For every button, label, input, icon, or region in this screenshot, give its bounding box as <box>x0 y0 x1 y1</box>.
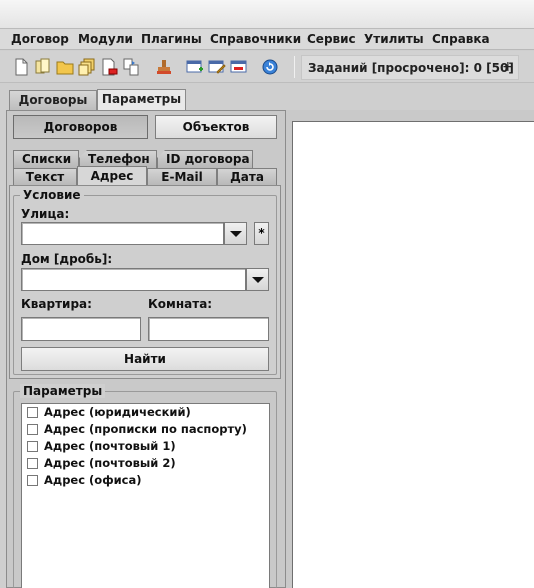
tab-text[interactable]: Текст <box>13 168 77 186</box>
find-button[interactable]: Найти <box>21 347 269 371</box>
menu-help[interactable]: Справка <box>432 32 490 46</box>
tab-email[interactable]: E-Mail <box>147 168 217 186</box>
tasks-label: Заданий [просрочено]: 0 [50] <box>308 61 514 75</box>
tab-contracts[interactable]: Договоры <box>9 90 97 111</box>
tab-lists[interactable]: Списки <box>13 150 79 168</box>
add-task-button[interactable]: + <box>502 59 514 75</box>
list-item-label: Адрес (офиса) <box>44 473 142 487</box>
room-label: Комната: <box>148 297 213 311</box>
list-item-label: Адрес (почтовый 1) <box>44 439 176 453</box>
new-document-icon[interactable] <box>12 58 30 76</box>
checkbox[interactable] <box>27 424 38 435</box>
checkbox[interactable] <box>27 441 38 452</box>
menu-plugins[interactable]: Плагины <box>141 32 202 46</box>
condition-title: Условие <box>20 188 84 202</box>
house-input[interactable] <box>21 268 246 291</box>
house-label: Дом [дробь]: <box>21 252 113 266</box>
apartment-label: Квартира: <box>21 297 92 311</box>
room-input[interactable] <box>148 317 269 341</box>
add-window-icon[interactable] <box>186 58 204 76</box>
results-area[interactable] <box>292 121 534 588</box>
copy-document-icon[interactable] <box>34 58 52 76</box>
contracts-mode-button[interactable]: Договоров <box>13 115 148 139</box>
results-pane <box>286 110 534 588</box>
remove-window-icon[interactable] <box>230 58 248 76</box>
refresh-icon[interactable] <box>261 58 279 76</box>
parameters-title: Параметры <box>20 384 106 398</box>
apartment-input[interactable] <box>21 317 141 341</box>
tab-contract-id[interactable]: ID договора <box>157 150 253 168</box>
menu-directories[interactable]: Справочники <box>210 32 301 46</box>
house-dropdown-button[interactable] <box>246 268 269 291</box>
list-item-label: Адрес (юридический) <box>44 405 191 419</box>
open-folder-icon[interactable] <box>56 58 74 76</box>
menu-service[interactable]: Сервис <box>307 32 356 46</box>
street-star-button[interactable]: * <box>254 222 269 245</box>
checkbox[interactable] <box>27 407 38 418</box>
documents-icon[interactable] <box>78 58 96 76</box>
delete-document-icon[interactable] <box>100 58 118 76</box>
stamp-icon[interactable] <box>155 58 173 76</box>
edit-window-icon[interactable] <box>208 58 226 76</box>
checkbox[interactable] <box>27 458 38 469</box>
menu-contract[interactable]: Договор <box>11 32 69 46</box>
tasks-indicator: Заданий [просрочено]: 0 [50] + <box>301 55 519 80</box>
street-dropdown-button[interactable] <box>224 222 247 245</box>
tab-address[interactable]: Адрес <box>77 166 147 186</box>
menu-bar: Договор Модули Плагины Справочники Серви… <box>0 29 534 50</box>
list-item-label: Адрес (почтовый 2) <box>44 456 176 470</box>
street-label: Улица: <box>21 207 70 221</box>
tab-parameters[interactable]: Параметры <box>97 89 186 111</box>
chevron-down-icon <box>252 277 264 283</box>
menu-modules[interactable]: Модули <box>78 32 133 46</box>
objects-mode-button[interactable]: Объектов <box>155 115 277 139</box>
parameters-list: Адрес (юридический) Адрес (прописки по п… <box>21 403 270 588</box>
tab-date[interactable]: Дата <box>217 168 277 186</box>
street-input[interactable] <box>21 222 224 245</box>
move-document-icon[interactable] <box>122 58 140 76</box>
toolbar-separator <box>294 56 295 78</box>
chevron-down-icon <box>230 231 242 237</box>
window-titlebar <box>0 0 534 29</box>
menu-utilities[interactable]: Утилиты <box>364 32 424 46</box>
list-item-label: Адрес (прописки по паспорту) <box>44 422 247 436</box>
checkbox[interactable] <box>27 475 38 486</box>
